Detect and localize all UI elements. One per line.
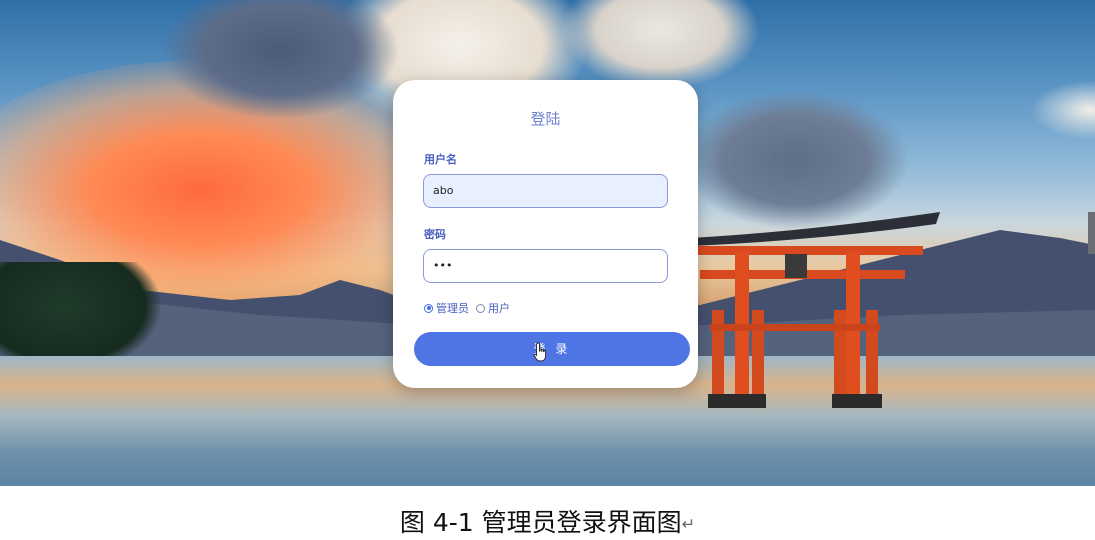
radio-unselected-icon[interactable]: [476, 303, 485, 313]
username-label: 用户名: [424, 153, 457, 166]
radio-selected-icon[interactable]: [424, 303, 433, 313]
role-admin-label[interactable]: 管理员: [436, 300, 469, 316]
caption-text: 图 4-1 管理员登录界面图: [399, 508, 682, 537]
return-mark: ↵: [681, 514, 696, 534]
role-user-label[interactable]: 用户: [488, 300, 510, 316]
login-card: 登陆 用户名 abo 密码 ••• 管理员 用户 登 录: [393, 80, 698, 388]
side-handle[interactable]: [1088, 212, 1095, 254]
password-input[interactable]: •••: [423, 249, 668, 283]
username-input[interactable]: abo: [423, 174, 668, 208]
hand-pointer-icon: [533, 342, 547, 362]
figure-caption: 图 4-1 管理员登录界面图↵: [0, 503, 1095, 539]
login-title: 登陆: [530, 110, 561, 128]
login-button[interactable]: 登 录: [414, 332, 690, 366]
password-label: 密码: [424, 228, 446, 241]
role-selector: 管理员 用户: [424, 300, 517, 316]
